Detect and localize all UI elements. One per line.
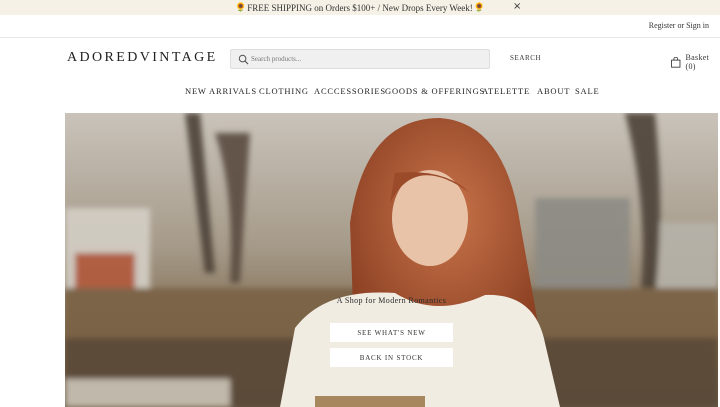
nav-item-sale[interactable]: SALE (575, 86, 599, 96)
announcement-text: FREE SHIPPING on Orders $100+ / New Drop… (247, 2, 473, 13)
shopping-bag-icon (671, 56, 681, 68)
site-logo[interactable]: ADOREDVINTAGE (67, 50, 218, 66)
account-bar: Register or Sign in (0, 15, 720, 38)
basket-label: Basket (0) (685, 53, 710, 71)
announcement-bar: 🌻 FREE SHIPPING on Orders $100+ / New Dr… (0, 0, 720, 15)
sunflower-icon: 🌻 (235, 2, 247, 12)
nav-item-clothing[interactable]: CLOTHING (259, 86, 309, 96)
close-icon[interactable]: × (513, 1, 521, 12)
search-bar (230, 49, 490, 69)
back-in-stock-button[interactable]: BACK IN STOCK (330, 348, 453, 367)
basket-link[interactable]: Basket (0) (671, 53, 720, 71)
nav-item-accessories[interactable]: ACCCESSORIES (314, 86, 386, 96)
search-icon (238, 54, 249, 65)
nav-item-about[interactable]: ABOUT (537, 86, 570, 96)
hero-tagline: A Shop for Modern Romantics (336, 296, 447, 305)
nav-item-new-arrivals[interactable]: NEW ARRIVALS (185, 86, 257, 96)
search-button[interactable]: SEARCH (510, 54, 541, 62)
see-whats-new-button[interactable]: SEE WHAT'S NEW (330, 323, 453, 342)
search-input[interactable] (251, 52, 486, 66)
nav-item-goods-offerings[interactable]: GOODS & OFFERINGS (385, 86, 485, 96)
nav-item-atelette[interactable]: ATELETTE (482, 86, 530, 96)
hero-banner: A Shop for Modern Romantics SEE WHAT'S N… (65, 113, 718, 407)
register-sign-in-link[interactable]: Register or Sign in (649, 21, 709, 30)
sunflower-icon: 🌻 (473, 2, 485, 12)
